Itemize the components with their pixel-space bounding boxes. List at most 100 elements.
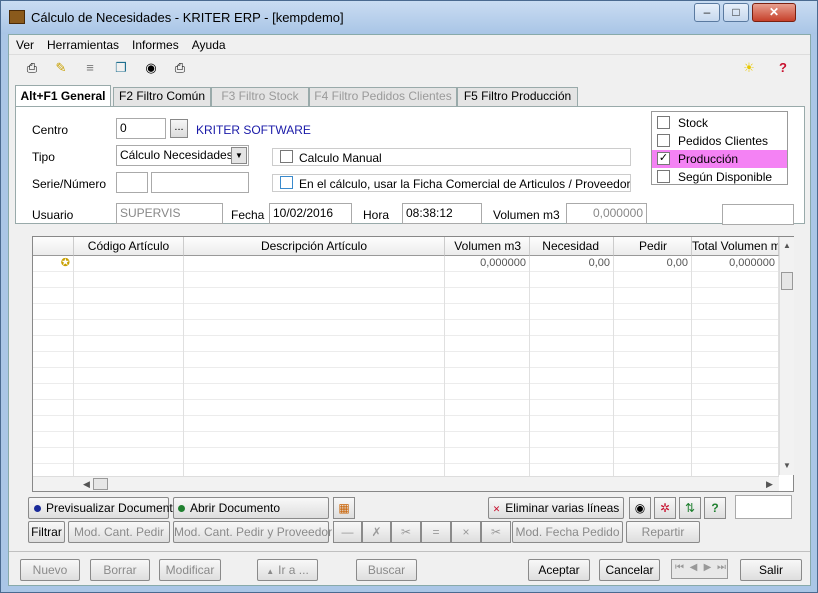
grid-header-volumen[interactable]: Volumen m3 (445, 237, 530, 256)
empty-table-row[interactable] (33, 368, 779, 384)
salir-button[interactable]: Salir (740, 559, 802, 581)
grid-header-necesidad[interactable]: Necesidad (530, 237, 614, 256)
grid-header-pedir[interactable]: Pedir (614, 237, 692, 256)
empty-cell[interactable] (445, 272, 530, 288)
grid-header-codigo[interactable]: Código Artículo (74, 237, 184, 256)
list-icon[interactable]: ≡ (82, 60, 98, 76)
menu-ayuda[interactable]: Ayuda (185, 35, 232, 52)
table-row[interactable]: ✪ 0,000000 0,00 0,00 0,000000 (33, 256, 779, 272)
empty-cell[interactable] (184, 400, 445, 416)
filtrar-button[interactable]: Filtrar (28, 521, 65, 543)
empty-cell[interactable] (445, 304, 530, 320)
empty-cell[interactable] (692, 336, 779, 352)
empty-cell[interactable] (74, 304, 184, 320)
scroll-left-icon[interactable]: ◀ (83, 479, 90, 490)
empty-cell[interactable] (33, 432, 74, 448)
lines-grid[interactable]: Código Artículo Descripción Artículo Vol… (32, 236, 794, 492)
mod-cant-pedir-button[interactable]: Mod. Cant. Pedir (68, 521, 170, 543)
empty-cell[interactable] (184, 448, 445, 464)
option-segun-disponible[interactable]: Según Disponible (652, 168, 787, 186)
calendar-icon[interactable]: ▦ (333, 497, 355, 519)
empty-table-row[interactable] (33, 304, 779, 320)
centro-lookup-button[interactable]: ... (170, 119, 188, 138)
help-icon[interactable]: ? (775, 60, 791, 76)
eye-icon[interactable]: ◉ (143, 60, 159, 76)
empty-cell[interactable] (614, 384, 692, 400)
empty-cell[interactable] (530, 352, 614, 368)
empty-cell[interactable] (445, 384, 530, 400)
equals-icon[interactable]: — (333, 521, 362, 543)
minimize-button[interactable]: – (694, 3, 720, 22)
empty-cell[interactable] (184, 352, 445, 368)
empty-table-row[interactable] (33, 272, 779, 288)
empty-cell[interactable] (445, 368, 530, 384)
empty-cell[interactable] (614, 368, 692, 384)
empty-cell[interactable] (530, 448, 614, 464)
empty-cell[interactable] (692, 304, 779, 320)
empty-cell[interactable] (33, 416, 74, 432)
pen-icon[interactable]: ✎ (53, 60, 69, 76)
empty-cell[interactable] (33, 448, 74, 464)
empty-cell[interactable] (33, 304, 74, 320)
scroll-up-icon[interactable]: ▲ (783, 241, 791, 250)
empty-cell[interactable] (530, 272, 614, 288)
serie-field[interactable] (116, 172, 148, 193)
empty-cell[interactable] (74, 400, 184, 416)
empty-table-row[interactable] (33, 352, 779, 368)
menu-informes[interactable]: Informes (125, 35, 185, 52)
empty-cell[interactable] (74, 320, 184, 336)
empty-cell[interactable] (530, 320, 614, 336)
last-record-icon[interactable]: ⏭ (715, 562, 728, 573)
title-bar[interactable]: Cálculo de Necesidades - KRITER ERP - [k… (1, 1, 817, 34)
tab-general[interactable]: Alt+F1 General (15, 85, 111, 107)
empty-cell[interactable] (445, 288, 530, 304)
empty-cell[interactable] (184, 368, 445, 384)
calculo-manual-row[interactable]: Calculo Manual (272, 148, 631, 166)
mod-cant-pedir-proveedor-button[interactable]: Mod. Cant. Pedir y Proveedor (173, 521, 332, 543)
eliminar-varias-lineas-button[interactable]: ✕ Eliminar varias líneas (488, 497, 624, 519)
pedidos-clientes-checkbox[interactable] (657, 134, 670, 147)
empty-cell[interactable] (692, 368, 779, 384)
equals-small-icon[interactable]: = (421, 521, 451, 543)
menu-ver[interactable]: Ver (9, 35, 40, 52)
empty-cell[interactable] (614, 416, 692, 432)
empty-cell[interactable] (74, 352, 184, 368)
menu-herramientas[interactable]: Herramientas (40, 35, 125, 52)
printer-icon[interactable]: ⎙ (24, 60, 40, 76)
horizontal-scrollbar[interactable]: ◀ ▶ (33, 476, 779, 491)
close-button[interactable]: ✕ (752, 3, 796, 22)
cell-volumen[interactable]: 0,000000 (445, 256, 530, 272)
hora-field[interactable]: 08:38:12 (402, 203, 482, 224)
tab-filtro-comun[interactable]: F2 Filtro Común (113, 87, 211, 106)
empty-cell[interactable] (74, 416, 184, 432)
empty-cell[interactable] (614, 320, 692, 336)
empty-cell[interactable] (184, 432, 445, 448)
asterisk-icon[interactable]: ✲ (654, 497, 676, 519)
modificar-button[interactable]: Modificar (159, 559, 221, 581)
borrar-button[interactable]: Borrar (90, 559, 150, 581)
cell-descripcion[interactable] (184, 256, 445, 272)
empty-cell[interactable] (692, 288, 779, 304)
vertical-scrollbar[interactable]: ▲ ▼ (779, 237, 794, 475)
grid-header-total-volumen[interactable]: Total Volumen m3 (692, 237, 779, 256)
tab-filtro-produccion[interactable]: F5 Filtro Producción (457, 87, 578, 106)
extra-input[interactable] (735, 495, 792, 519)
empty-cell[interactable] (530, 336, 614, 352)
calculo-manual-checkbox[interactable] (280, 150, 293, 163)
empty-cell[interactable] (74, 384, 184, 400)
usuario-field[interactable]: SUPERVIS (116, 203, 223, 224)
tab-filtro-pedidos-clientes[interactable]: F4 Filtro Pedidos Clientes (309, 87, 457, 106)
empty-cell[interactable] (614, 336, 692, 352)
scissors-icon[interactable]: ✂ (391, 521, 421, 543)
empty-table-row[interactable] (33, 320, 779, 336)
empty-table-row[interactable] (33, 384, 779, 400)
next-record-icon[interactable]: ▶ (701, 562, 714, 573)
previous-record-icon[interactable]: ◀ (687, 562, 700, 573)
empty-cell[interactable] (184, 416, 445, 432)
option-pedidos-clientes[interactable]: Pedidos Clientes (652, 132, 787, 150)
empty-cell[interactable] (33, 336, 74, 352)
empty-cell[interactable] (614, 288, 692, 304)
empty-cell[interactable] (184, 288, 445, 304)
empty-cell[interactable] (74, 272, 184, 288)
empty-cell[interactable] (614, 432, 692, 448)
